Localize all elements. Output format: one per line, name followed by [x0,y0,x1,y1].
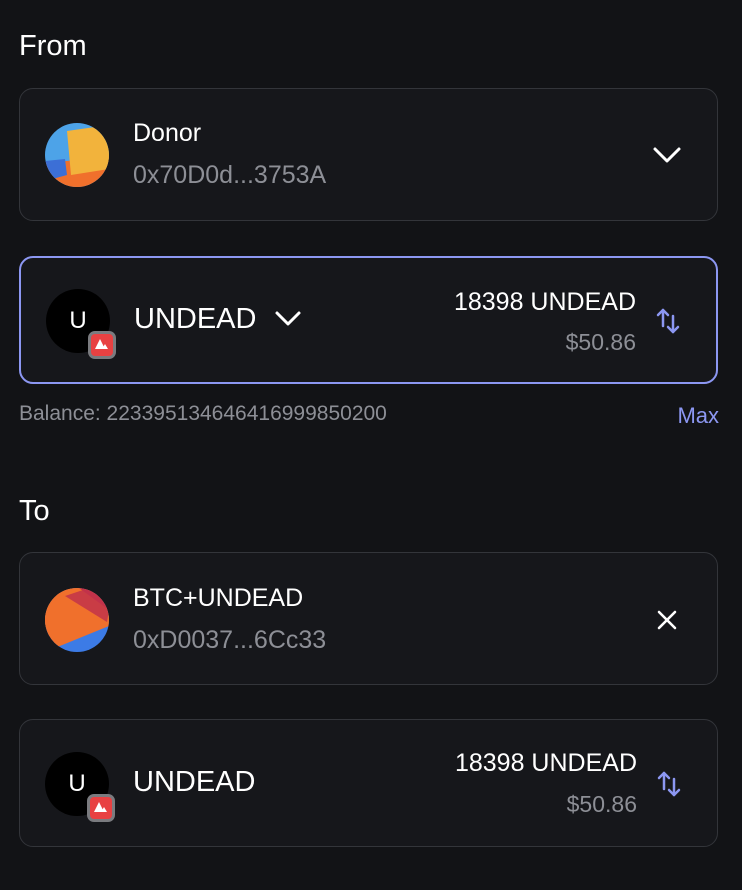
from-account-selector[interactable]: Donor 0x70D0d...3753A [19,88,718,221]
max-button[interactable]: Max [677,403,719,429]
donor-avatar [45,123,109,187]
token-symbol: UNDEAD [134,303,257,335]
avalanche-icon [88,331,116,359]
token-fiat-value: $50.86 [566,791,637,817]
chevron-down-icon [274,303,302,336]
from-section-title: From [19,30,87,62]
token-logo: U [46,289,116,359]
token-amount[interactable]: 18398 UNDEAD [454,288,636,317]
account-name: Donor [133,119,202,147]
avalanche-icon [87,794,115,822]
swap-vertical-icon[interactable] [655,769,683,799]
token-logo: U [45,752,115,822]
account-address: 0xD0037...6Cc33 [133,626,327,654]
account-address: 0x70D0d...3753A [133,161,327,189]
to-section-title: To [19,495,50,527]
btc-undead-avatar [45,588,109,652]
to-token-output[interactable]: U UNDEAD 18398 UNDEAD $50.86 [19,719,718,847]
token-amount: 18398 UNDEAD [454,749,637,777]
swap-vertical-icon[interactable] [654,306,682,336]
token-symbol: UNDEAD [133,766,256,798]
account-name: BTC+UNDEAD [133,584,304,612]
from-token-input[interactable]: U UNDEAD 18398 UNDEAD $50.86 [19,256,718,384]
to-account-selector[interactable]: BTC+UNDEAD 0xD0037...6Cc33 [19,552,718,685]
balance-text: Balance: 2233951346464169998502​00 [19,402,387,425]
chevron-down-icon[interactable] [651,139,683,171]
token-selector[interactable]: UNDEAD [134,303,302,336]
token-fiat-value: $50.86 [565,329,636,355]
close-icon[interactable] [651,604,683,636]
